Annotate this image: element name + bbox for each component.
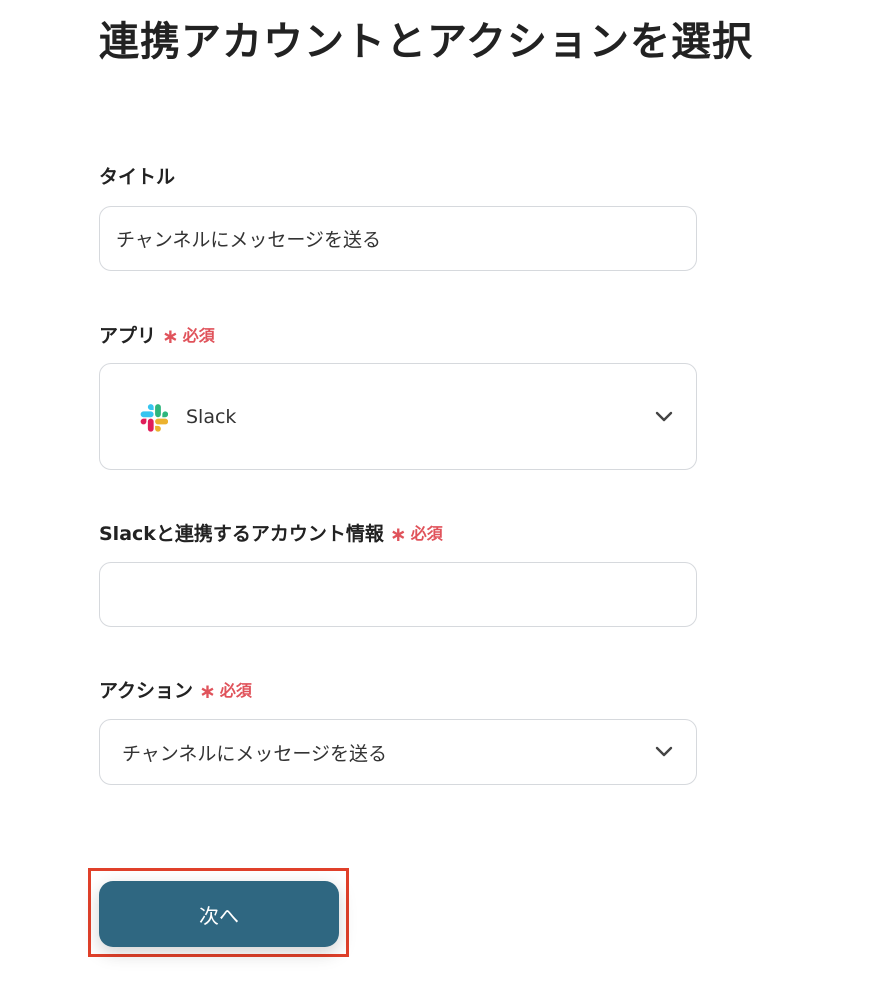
next-button[interactable]: 次へ [99,881,339,947]
chevron-down-icon [654,407,674,427]
required-text: 必須 [182,326,215,345]
required-asterisk-icon: ∗ [162,324,179,348]
required-marker: ∗ 必須 [162,323,215,349]
required-text: 必須 [410,524,443,543]
app-select-value: Slack [186,405,237,428]
action-select[interactable]: チャンネルにメッセージを送る [99,719,697,785]
title-field-label: タイトル [99,164,175,190]
required-marker: ∗ 必須 [390,521,443,547]
title-input[interactable] [99,206,697,271]
slack-logo-icon [140,403,168,432]
required-asterisk-icon: ∗ [389,522,407,546]
chevron-down-icon [654,742,674,762]
title-label-text: タイトル [99,166,176,188]
app-label-text: アプリ [99,325,157,347]
action-field-label: アクション ∗ 必須 [99,678,252,704]
action-label-text: アクション [99,680,194,702]
account-label-text: Slackと連携するアカウント情報 [99,523,384,545]
app-select[interactable]: Slack [99,363,697,470]
required-marker: ∗ 必須 [199,678,252,704]
account-input[interactable] [99,562,697,627]
page-title: 連携アカウントとアクションを選択 [99,19,753,65]
required-asterisk-icon: ∗ [199,679,216,703]
app-field-label: アプリ ∗ 必須 [99,323,215,349]
account-field-label: Slackと連携するアカウント情報 ∗ 必須 [99,521,443,547]
required-text: 必須 [219,681,252,700]
action-select-value: チャンネルにメッセージを送る [122,742,388,765]
